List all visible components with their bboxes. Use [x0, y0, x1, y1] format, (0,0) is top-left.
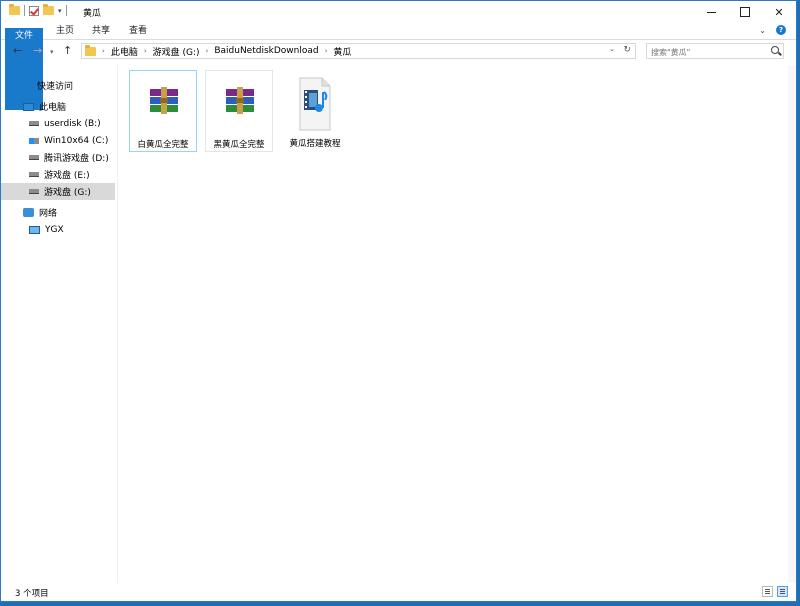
- winrar-archive-icon: [150, 87, 178, 114]
- network-icon: [23, 208, 34, 217]
- maximize-button[interactable]: [728, 1, 762, 23]
- nav-item-network[interactable]: 网络: [1, 204, 137, 221]
- address-bar-row: ← → ▾ ↑ › 此电脑 › 游戏盘 (G:) › BaiduNetdiskD…: [1, 40, 796, 64]
- breadcrumb-this-pc[interactable]: 此电脑: [111, 45, 138, 58]
- nav-item-label: 游戏盘 (G:): [44, 188, 91, 198]
- properties-icon[interactable]: [29, 5, 39, 16]
- view-switcher: [762, 586, 788, 597]
- details-view-button[interactable]: [762, 586, 773, 597]
- star-icon: ★: [23, 80, 32, 91]
- ribbon-tabs: 文件 主页 共享 查看 ⌄ ?: [1, 23, 796, 110]
- up-arrow-icon[interactable]: ↑: [63, 44, 72, 57]
- status-bar: 3 个项目: [1, 583, 796, 601]
- address-bar[interactable]: › 此电脑 › 游戏盘 (G:) › BaiduNetdiskDownload …: [81, 43, 636, 59]
- file-item[interactable]: 黄瓜搭建教程: [281, 70, 349, 152]
- nav-item-quick-access[interactable]: ★ 快速访问: [1, 77, 137, 94]
- minimize-icon: [706, 11, 716, 13]
- breadcrumb-baidunetdiskdownload[interactable]: BaiduNetdiskDownload: [214, 46, 318, 56]
- file-item[interactable]: 黑黄瓜全完整: [205, 70, 273, 152]
- computer-icon: [23, 102, 34, 111]
- address-history-chevron-icon[interactable]: ⌄: [609, 45, 615, 53]
- file-name: 黄瓜搭建教程: [289, 139, 341, 149]
- quick-access-toolbar: ▾: [9, 4, 67, 16]
- large-icons-view-button[interactable]: [777, 586, 788, 597]
- folder-icon: [85, 44, 96, 56]
- winrar-archive-icon: [226, 87, 254, 114]
- file-item[interactable]: 白黄瓜全完整: [129, 70, 197, 152]
- file-name: 黑黄瓜全完整: [213, 140, 265, 150]
- nav-item-label: YGX: [45, 224, 64, 235]
- file-name: 白黄瓜全完整: [137, 140, 189, 150]
- drive-icon: [29, 172, 39, 177]
- close-icon: ✕: [774, 5, 784, 19]
- breadcrumb-current-folder[interactable]: 黄瓜: [333, 45, 351, 58]
- ribbon-right-controls: ⌄ ?: [759, 25, 786, 35]
- window-controls: ✕: [694, 1, 796, 23]
- breadcrumb: › 此电脑 › 游戏盘 (G:) › BaiduNetdiskDownload …: [102, 45, 351, 58]
- system-drive-icon: [29, 137, 39, 144]
- expand-ribbon-chevron-icon[interactable]: ⌄: [759, 26, 766, 35]
- help-icon[interactable]: ?: [776, 25, 786, 35]
- folder-icon: [9, 4, 20, 15]
- customize-toolbar-chevron-icon[interactable]: ▾: [58, 7, 62, 15]
- recent-locations-chevron-icon[interactable]: ▾: [50, 48, 54, 56]
- forward-arrow-icon[interactable]: →: [33, 44, 42, 57]
- tab-share[interactable]: 共享: [92, 23, 110, 39]
- nav-item-label: userdisk (B:): [44, 118, 101, 129]
- drive-icon: [29, 189, 39, 194]
- file-list: 白黄瓜全完整 黑黄瓜全完整 黄瓜搭建教程: [118, 65, 796, 583]
- title-bar: ▾ 黄瓜 ✕: [1, 1, 796, 23]
- back-arrow-icon[interactable]: ←: [13, 44, 22, 57]
- search-input[interactable]: [647, 44, 771, 60]
- maximize-icon: [740, 7, 750, 17]
- toolbar-divider: [24, 5, 25, 16]
- explorer-window: ▾ 黄瓜 ✕ 文件 主页 共享 查看 ⌄ ? ← → ▾ ↑ › 此电脑 › 游…: [0, 0, 797, 602]
- vertical-scrollbar[interactable]: [788, 65, 796, 583]
- nav-item-label: 游戏盘 (E:): [44, 171, 90, 181]
- drive-icon: [29, 155, 39, 160]
- breadcrumb-drive-g[interactable]: 游戏盘 (G:): [153, 45, 200, 58]
- search-icon[interactable]: [771, 46, 779, 54]
- nav-item-label: 腾讯游戏盘 (D:): [44, 154, 109, 164]
- computer-icon: [29, 225, 40, 234]
- toolbar-divider: [65, 5, 67, 16]
- nav-item-label: Win10x64 (C:): [44, 135, 109, 146]
- media-file-icon: [299, 77, 331, 131]
- new-folder-icon[interactable]: [43, 4, 54, 15]
- breadcrumb-chevron-icon[interactable]: ›: [206, 47, 209, 55]
- drive-icon: [29, 121, 39, 126]
- search-box: [646, 43, 784, 60]
- breadcrumb-chevron-icon[interactable]: ›: [325, 47, 328, 55]
- navigation-pane: ★ 快速访问 此电脑 userdisk (B:) Win10x64 (C:) 腾…: [1, 65, 118, 583]
- breadcrumb-chevron-icon[interactable]: ›: [144, 47, 147, 55]
- item-count: 3 个项目: [15, 589, 49, 599]
- refresh-icon[interactable]: ↻: [623, 45, 631, 55]
- nav-item-label: 网络: [39, 209, 58, 219]
- tab-view[interactable]: 查看: [129, 23, 147, 39]
- window-title: 黄瓜: [83, 9, 102, 19]
- minimize-button[interactable]: [694, 1, 728, 23]
- nav-item-drive-g[interactable]: 游戏盘 (G:): [1, 183, 115, 200]
- nav-item-this-pc[interactable]: 此电脑: [1, 98, 137, 115]
- nav-item-label: 快速访问: [36, 82, 73, 92]
- nav-item-label: 此电脑: [39, 103, 67, 113]
- breadcrumb-chevron-icon[interactable]: ›: [102, 47, 105, 55]
- close-button[interactable]: ✕: [762, 1, 796, 23]
- tab-home[interactable]: 主页: [56, 23, 74, 39]
